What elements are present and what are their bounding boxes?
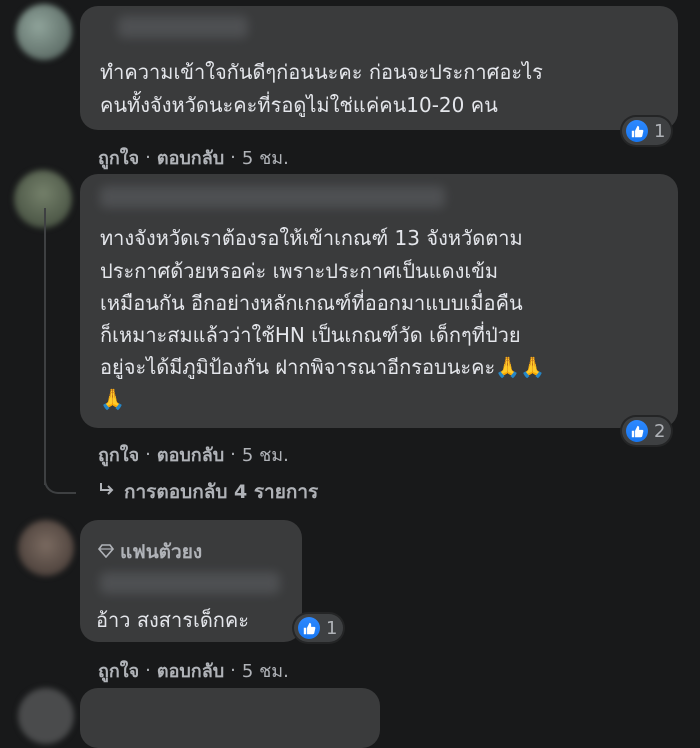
view-replies-link[interactable]: การตอบกลับ 4 รายการ (98, 477, 318, 507)
separator: · (230, 660, 236, 681)
comment-text-line: 🙏 (100, 387, 125, 411)
thread-line (44, 208, 46, 485)
reaction-summary[interactable]: 1 (294, 614, 344, 642)
comment-text-line: อยู่จะได้มีภูมิป้องกัน ฝากพิจารณาอีกรอบน… (100, 355, 546, 379)
like-link[interactable]: ถูกใจ (98, 440, 139, 469)
timestamp[interactable]: 5 ชม. (242, 656, 289, 685)
reaction-count: 2 (654, 420, 666, 442)
reply-link[interactable]: ตอบกลับ (157, 440, 224, 469)
replies-label: การตอบกลับ 4 รายการ (124, 481, 319, 503)
like-link[interactable]: ถูกใจ (98, 656, 139, 685)
reaction-count: 1 (326, 617, 338, 639)
timestamp[interactable]: 5 ชม. (242, 440, 289, 469)
separator: · (145, 147, 151, 168)
comment-actions: ถูกใจ · ตอบกลับ · 5 ชม. (98, 440, 289, 469)
separator: · (230, 147, 236, 168)
top-fan-badge: แฟนตัวยง (97, 537, 203, 567)
avatar[interactable] (18, 688, 74, 744)
diamond-icon (97, 541, 115, 563)
separator: · (145, 444, 151, 465)
comment-bubble: ทำความเข้าใจกันดีๆก่อนนะคะ ก่อนจะประกาศอ… (80, 6, 678, 130)
comment-text-line: อ้าว สงสารเด็กคะ (96, 608, 250, 632)
thumbs-up-icon (626, 120, 648, 142)
avatar[interactable] (16, 4, 72, 60)
commenter-name[interactable] (118, 16, 248, 38)
comment-actions: ถูกใจ · ตอบกลับ · 5 ชม. (98, 656, 289, 685)
comment-text-line: คนทั้งจังหวัดนะคะที่รอดูไม่ใช่แค่คน10-20… (100, 93, 498, 117)
timestamp[interactable]: 5 ชม. (242, 143, 289, 172)
separator: · (230, 444, 236, 465)
badge-label: แฟนตัวยง (120, 541, 203, 563)
comment-text-line: ทำความเข้าใจกันดีๆก่อนนะคะ ก่อนจะประกาศอ… (100, 60, 543, 84)
commenter-name[interactable] (100, 186, 445, 208)
reply-arrow-icon (98, 481, 116, 503)
reaction-summary[interactable]: 1 (622, 117, 672, 145)
separator: · (145, 660, 151, 681)
comment-bubble: ทางจังหวัดเราต้องรอให้เข้าเกณฑ์ 13 จังหว… (80, 174, 678, 428)
commenter-name[interactable] (100, 572, 280, 594)
reaction-count: 1 (654, 120, 666, 142)
thumbs-up-icon (298, 617, 320, 639)
thread-curve (44, 470, 76, 494)
comment-bubble (80, 688, 380, 748)
reply-link[interactable]: ตอบกลับ (157, 143, 224, 172)
comment-text-line: เหมือนกัน อีกอย่างหลักเกณฑ์ที่ออกมาแบบเม… (100, 291, 523, 315)
comment-text-line: ประกาศด้วยหรอค่ะ เพราะประกาศเป็นแดงเข้ม (100, 259, 499, 283)
comment-text-line: ก็เหมาะสมแล้วว่าใช้HN เป็นเกณฑ์วัด เด็กๆ… (100, 323, 521, 347)
reply-link[interactable]: ตอบกลับ (157, 656, 224, 685)
avatar[interactable] (14, 170, 72, 228)
comment-text-line: ทางจังหวัดเราต้องรอให้เข้าเกณฑ์ 13 จังหว… (100, 226, 523, 250)
thumbs-up-icon (626, 420, 648, 442)
like-link[interactable]: ถูกใจ (98, 143, 139, 172)
comment-actions: ถูกใจ · ตอบกลับ · 5 ชม. (98, 143, 289, 172)
reaction-summary[interactable]: 2 (622, 417, 672, 445)
avatar[interactable] (18, 520, 74, 576)
